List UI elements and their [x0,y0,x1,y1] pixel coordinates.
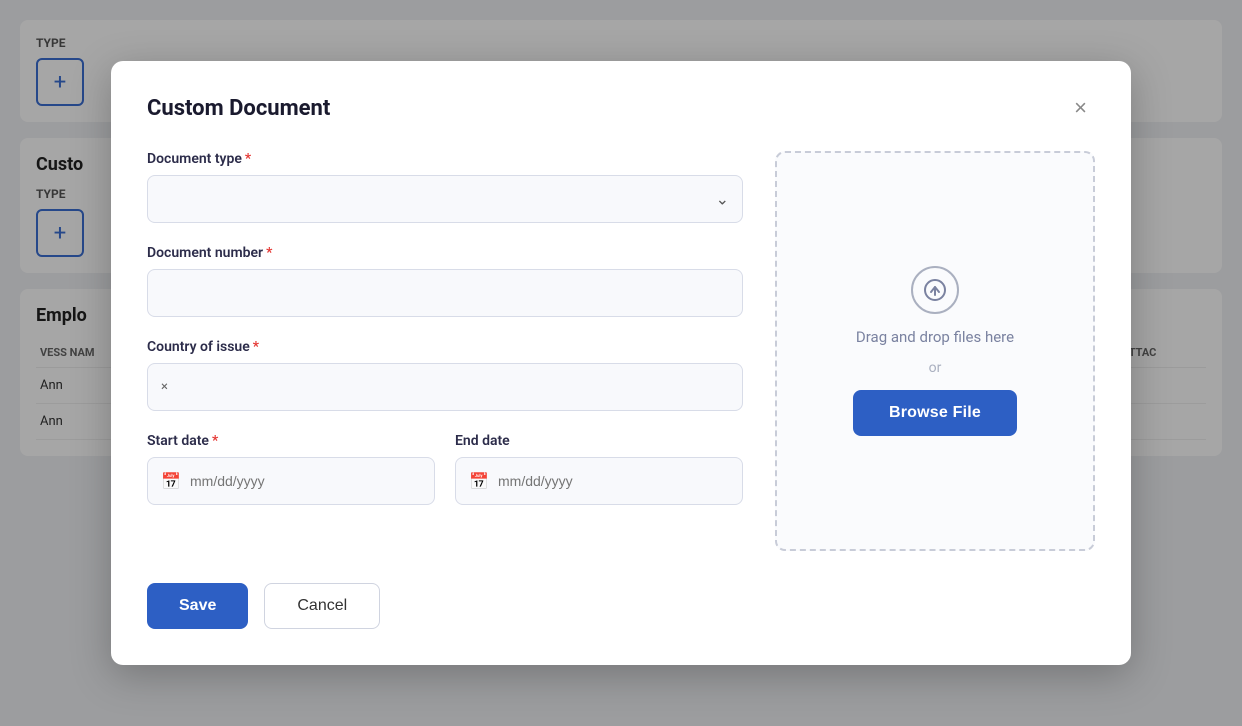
country-of-issue-label: Country of issue * [147,339,743,355]
required-star-startdate: * [212,433,218,449]
close-button[interactable]: × [1066,93,1095,123]
document-number-group: Document number * [147,245,743,317]
start-date-input[interactable] [147,457,435,505]
document-number-label: Document number * [147,245,743,261]
browse-file-button[interactable]: Browse File [853,390,1017,436]
country-of-issue-group: Country of issue * × [147,339,743,411]
start-date-input-wrapper: 📅 [147,457,435,505]
date-row: Start date * 📅 End date [147,433,743,505]
modal-body: Document type * ⌄ Document number * [147,151,1095,551]
document-number-input[interactable] [147,269,743,317]
start-date-group: Start date * 📅 [147,433,435,505]
start-date-label: Start date * [147,433,435,449]
document-type-group: Document type * ⌄ [147,151,743,223]
save-button[interactable]: Save [147,583,248,629]
country-input-wrapper: × [147,363,743,411]
end-date-group: End date 📅 [455,433,743,505]
modal: Custom Document × Document type * ⌄ [111,61,1131,665]
required-star-docnum: * [266,245,272,261]
form-panel: Document type * ⌄ Document number * [147,151,743,551]
drag-drop-text: Drag and drop files here [856,328,1014,346]
modal-overlay: Custom Document × Document type * ⌄ [0,0,1242,726]
end-date-input-wrapper: 📅 [455,457,743,505]
document-type-label: Document type * [147,151,743,167]
upload-panel: Drag and drop files here or Browse File [775,151,1095,551]
modal-footer: Save Cancel [147,583,1095,629]
cancel-button[interactable]: Cancel [264,583,380,629]
modal-title: Custom Document [147,96,330,121]
country-of-issue-input[interactable] [147,363,743,411]
document-type-select[interactable] [147,175,743,223]
document-type-select-wrapper: ⌄ [147,175,743,223]
end-date-input[interactable] [455,457,743,505]
upload-icon [911,266,959,314]
required-star-doctype: * [245,151,251,167]
or-text: or [929,360,942,376]
end-date-label: End date [455,433,743,449]
required-star-country: * [253,339,259,355]
modal-header: Custom Document × [147,93,1095,123]
